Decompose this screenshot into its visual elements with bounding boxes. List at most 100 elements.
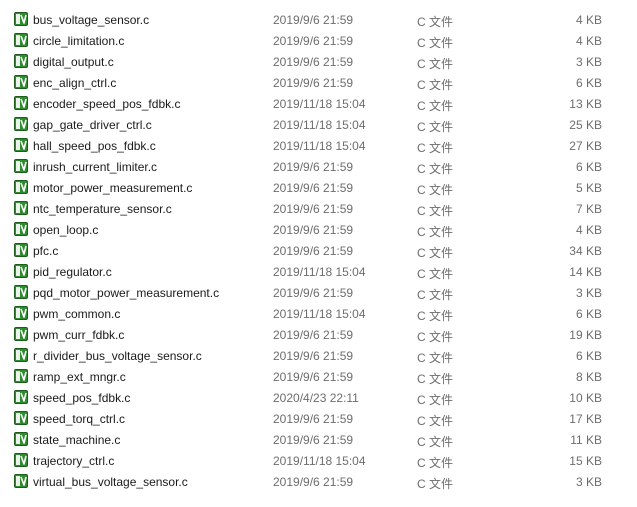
file-modified-date: 2019/9/6 21:59 [273,34,354,48]
file-name[interactable]: pwm_curr_fdbk.c [33,328,124,342]
file-size: 5 KB [575,181,602,195]
file-modified-date: 2019/9/6 21:59 [273,76,354,90]
file-name[interactable]: gap_gate_driver_ctrl.c [33,118,152,132]
file-row[interactable]: speed_torq_ctrl.c 2019/9/6 21:59 C 文件 17 KB [0,409,637,430]
file-row[interactable]: open_loop.c 2019/9/6 21:59 C 文件 4 KB [0,220,637,241]
file-name[interactable]: digital_output.c [33,55,114,69]
file-modified-date: 2019/11/18 15:04 [273,265,366,279]
file-row[interactable]: trajectory_ctrl.c 2019/11/18 15:04 C 文件 15 … [0,451,637,472]
file-size: 3 KB [575,286,602,300]
file-type: C 文件 [417,141,454,155]
file-size: 19 KB [569,328,602,342]
c-source-file-icon [14,12,28,26]
file-type: C 文件 [417,183,454,197]
file-row[interactable]: gap_gate_driver_ctrl.c 2019/11/18 15:04 C … [0,115,637,136]
file-name[interactable]: virtual_bus_voltage_sensor.c [33,475,188,489]
file-name[interactable]: hall_speed_pos_fdbk.c [33,139,156,153]
c-source-file-icon [14,432,28,446]
file-row[interactable]: enc_align_ctrl.c 2019/9/6 21:59 C 文件 6 KB [0,73,637,94]
file-type: C 文件 [417,372,454,386]
c-source-file-icon [14,243,28,257]
file-row[interactable]: bus_voltage_sensor.c 2019/9/6 21:59 C 文件 4 … [0,10,637,31]
file-modified-date: 2019/11/18 15:04 [273,139,366,153]
file-modified-date: 2019/9/6 21:59 [273,328,354,342]
file-type: C 文件 [417,99,454,113]
file-list: bus_voltage_sensor.c 2019/9/6 21:59 C 文件 4 … [0,10,637,493]
file-name[interactable]: open_loop.c [33,223,98,237]
file-size: 14 KB [569,265,602,279]
file-row[interactable]: virtual_bus_voltage_sensor.c 2019/9/6 21:… [0,472,637,493]
file-size: 8 KB [575,370,602,384]
file-name[interactable]: pfc.c [33,244,58,258]
c-source-file-icon [14,411,28,425]
file-name[interactable]: r_divider_bus_voltage_sensor.c [33,349,202,363]
file-name[interactable]: pid_regulator.c [33,265,112,279]
c-source-file-icon [14,285,28,299]
file-name[interactable]: bus_voltage_sensor.c [33,13,149,27]
file-row[interactable]: state_machine.c 2019/9/6 21:59 C 文件 11 KB [0,430,637,451]
file-name[interactable]: state_machine.c [33,433,120,447]
file-row[interactable]: inrush_current_limiter.c 2019/9/6 21:59 C … [0,157,637,178]
file-row[interactable]: hall_speed_pos_fdbk.c 2019/11/18 15:04 C 文… [0,136,637,157]
file-modified-date: 2019/9/6 21:59 [273,55,354,69]
file-type: C 文件 [417,288,454,302]
file-row[interactable]: ntc_temperature_sensor.c 2019/9/6 21:59 C … [0,199,637,220]
file-row[interactable]: ramp_ext_mngr.c 2019/9/6 21:59 C 文件 8 KB [0,367,637,388]
file-type: C 文件 [417,330,454,344]
c-source-file-icon [14,117,28,131]
c-source-file-icon [14,54,28,68]
c-source-file-icon [14,201,28,215]
file-name[interactable]: pqd_motor_power_measurement.c [33,286,219,300]
file-type: C 文件 [417,246,454,260]
file-name[interactable]: enc_align_ctrl.c [33,76,116,90]
file-row[interactable]: circle_limitation.c 2019/9/6 21:59 C 文件 4 K… [0,31,637,52]
file-name[interactable]: ramp_ext_mngr.c [33,370,126,384]
file-name[interactable]: speed_torq_ctrl.c [33,412,125,426]
c-source-file-icon [14,369,28,383]
file-size: 4 KB [575,13,602,27]
file-row[interactable]: pqd_motor_power_measurement.c 2019/9/6 21… [0,283,637,304]
file-row[interactable]: pwm_common.c 2019/11/18 15:04 C 文件 6 KB [0,304,637,325]
file-row[interactable]: encoder_speed_pos_fdbk.c 2019/11/18 15:04… [0,94,637,115]
file-row[interactable]: digital_output.c 2019/9/6 21:59 C 文件 3 KB [0,52,637,73]
c-source-file-icon [14,348,28,362]
file-row[interactable]: pid_regulator.c 2019/11/18 15:04 C 文件 14 KB [0,262,637,283]
c-source-file-icon [14,33,28,47]
file-modified-date: 2019/9/6 21:59 [273,223,354,237]
c-source-file-icon [14,75,28,89]
file-modified-date: 2019/9/6 21:59 [273,370,354,384]
file-size: 27 KB [569,139,602,153]
file-type: C 文件 [417,351,454,365]
c-source-file-icon [14,96,28,110]
file-size: 10 KB [569,391,602,405]
file-modified-date: 2019/9/6 21:59 [273,160,354,174]
file-size: 6 KB [575,307,602,321]
file-name[interactable]: trajectory_ctrl.c [33,454,114,468]
file-type: C 文件 [417,414,454,428]
file-modified-date: 2019/9/6 21:59 [273,244,354,258]
file-type: C 文件 [417,225,454,239]
file-row[interactable]: pwm_curr_fdbk.c 2019/9/6 21:59 C 文件 19 KB [0,325,637,346]
file-modified-date: 2019/11/18 15:04 [273,454,366,468]
file-name[interactable]: circle_limitation.c [33,34,124,48]
file-row[interactable]: pfc.c 2019/9/6 21:59 C 文件 34 KB [0,241,637,262]
file-name[interactable]: speed_pos_fdbk.c [33,391,130,405]
file-name[interactable]: ntc_temperature_sensor.c [33,202,172,216]
file-name[interactable]: encoder_speed_pos_fdbk.c [33,97,180,111]
file-type: C 文件 [417,309,454,323]
file-modified-date: 2019/9/6 21:59 [273,181,354,195]
c-source-file-icon [14,453,28,467]
file-name[interactable]: motor_power_measurement.c [33,181,192,195]
file-modified-date: 2019/11/18 15:04 [273,307,366,321]
file-row[interactable]: speed_pos_fdbk.c 2020/4/23 22:11 C 文件 10 KB [0,388,637,409]
file-row[interactable]: motor_power_measurement.c 2019/9/6 21:59 C… [0,178,637,199]
c-source-file-icon [14,180,28,194]
c-source-file-icon [14,159,28,173]
file-row[interactable]: r_divider_bus_voltage_sensor.c 2019/9/6 2… [0,346,637,367]
file-size: 11 KB [570,433,602,447]
file-name[interactable]: pwm_common.c [33,307,120,321]
file-modified-date: 2019/9/6 21:59 [273,475,354,489]
file-name[interactable]: inrush_current_limiter.c [33,160,157,174]
c-source-file-icon [14,390,28,404]
file-modified-date: 2019/9/6 21:59 [273,433,354,447]
